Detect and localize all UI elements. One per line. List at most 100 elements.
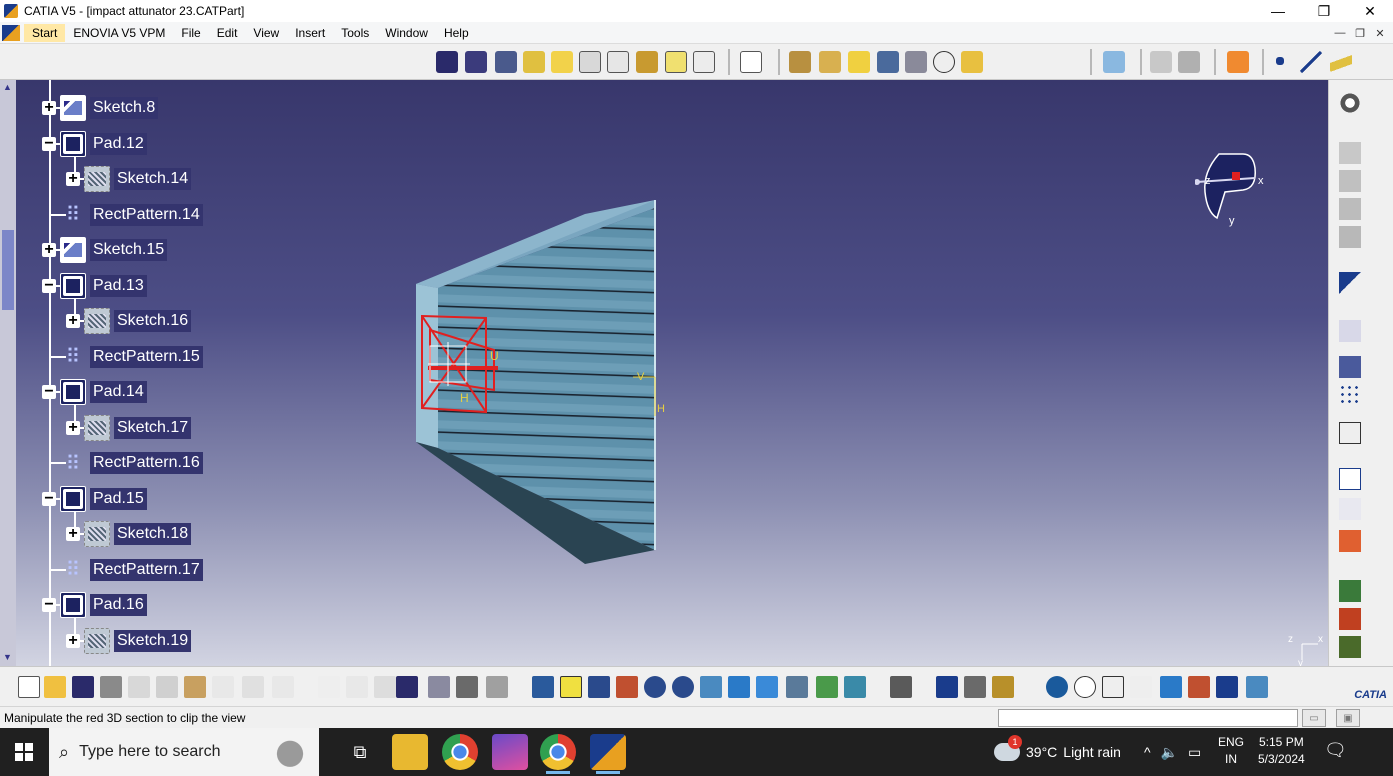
flag-note-icon[interactable] [1339, 498, 1361, 520]
chrome-profile-icon[interactable] [540, 734, 576, 774]
photos-icon[interactable] [492, 734, 528, 770]
hole-icon[interactable] [523, 51, 545, 73]
pad-icon[interactable] [436, 51, 458, 73]
doc-restore-icon[interactable]: ❐ [1351, 25, 1369, 41]
tree-scrollbar[interactable]: ▲ ▼ [0, 80, 16, 666]
multi-view-icon[interactable] [728, 676, 750, 698]
doc-close-icon[interactable]: ✕ [1371, 25, 1389, 41]
redo-icon[interactable] [242, 676, 264, 698]
restore-button[interactable]: ❐ [1301, 0, 1347, 22]
expand-icon[interactable]: + [66, 419, 80, 435]
update-icon[interactable] [1227, 51, 1249, 73]
knowledge-icon[interactable] [346, 676, 368, 698]
instantiate-icon[interactable] [1339, 142, 1361, 164]
cmd-options-icon[interactable]: ▣ [1336, 709, 1360, 727]
scale-icon[interactable] [1339, 422, 1361, 444]
apply-material-icon[interactable] [1339, 580, 1361, 602]
language-indicator[interactable]: ENG IN [1218, 734, 1244, 768]
collapse-icon[interactable]: − [42, 277, 56, 293]
menu-window[interactable]: Window [377, 24, 436, 42]
measure-between-icon[interactable] [936, 676, 958, 698]
select-arrow-icon[interactable] [1339, 272, 1361, 294]
slot-icon[interactable] [607, 51, 629, 73]
start-logo-icon[interactable] [2, 24, 20, 41]
user-feature-icon[interactable] [1339, 226, 1361, 248]
expand-icon[interactable]: + [66, 313, 80, 329]
paste-icon[interactable] [184, 676, 206, 698]
tree-tools-icon[interactable] [486, 676, 508, 698]
body-icon[interactable] [1178, 51, 1200, 73]
tree-node-sketch-14[interactable]: + Sketch.14 [66, 165, 192, 193]
thickness-icon[interactable] [905, 51, 927, 73]
3d-viewport[interactable]: ▲ ▼ H U V H + Sketch.8 − Pad.12 + Sketch… [0, 80, 1328, 666]
fit-all-icon[interactable] [560, 676, 582, 698]
menu-enovia[interactable]: ENOVIA V5 VPM [65, 24, 173, 42]
tree-node-pad-15[interactable]: − Pad.15 [42, 485, 147, 513]
measure-item-icon[interactable] [1339, 608, 1361, 630]
compass-icon[interactable]: x y z [1195, 152, 1275, 232]
expand-icon[interactable]: + [66, 632, 80, 648]
tree-node-pad-13[interactable]: − Pad.13 [42, 272, 147, 300]
catalog-icon[interactable] [1339, 170, 1361, 192]
annotation-text-icon[interactable] [1339, 468, 1361, 490]
axis-system-icon[interactable] [1150, 51, 1172, 73]
cut-icon[interactable] [128, 676, 150, 698]
scroll-thumb[interactable] [2, 230, 14, 310]
tree-node-rectpattern-16[interactable]: RectPattern.16 [42, 449, 203, 477]
apply-material-small-icon[interactable] [456, 676, 478, 698]
measure-item-small-icon[interactable] [964, 676, 986, 698]
shell-icon[interactable] [877, 51, 899, 73]
tree-node-sketch-16[interactable]: + Sketch.16 [66, 307, 192, 335]
minimize-button[interactable]: — [1255, 0, 1301, 22]
pocket-icon[interactable] [465, 51, 487, 73]
chamfer-icon[interactable] [819, 51, 841, 73]
law-icon[interactable] [428, 676, 450, 698]
eraser-icon[interactable] [1103, 51, 1125, 73]
tree-node-rectpattern-14[interactable]: RectPattern.14 [42, 201, 203, 229]
rotate-icon[interactable] [616, 676, 638, 698]
catia-taskbar-icon[interactable] [590, 734, 626, 774]
print-icon[interactable] [100, 676, 122, 698]
chrome-icon[interactable] [442, 734, 478, 770]
sketcher-icon[interactable] [740, 51, 762, 73]
point-icon[interactable] [1276, 57, 1284, 65]
chevron-up-icon[interactable]: ^ [1144, 744, 1151, 760]
units-icon[interactable] [1130, 676, 1152, 698]
expand-icon[interactable]: + [66, 526, 80, 542]
weather-widget[interactable]: 1 39°C Light rain [994, 728, 1121, 776]
expand-icon[interactable]: + [42, 100, 56, 116]
draft-analysis-icon[interactable] [1216, 676, 1238, 698]
mirror-icon[interactable] [1339, 356, 1361, 378]
rect-pattern-icon[interactable] [1339, 384, 1361, 406]
groove-icon[interactable] [551, 51, 573, 73]
hide-show-icon[interactable] [816, 676, 838, 698]
menu-view[interactable]: View [245, 24, 287, 42]
menu-edit[interactable]: Edit [209, 24, 246, 42]
macro-icon[interactable] [374, 676, 396, 698]
normal-view-icon[interactable] [700, 676, 722, 698]
close-button[interactable]: ✕ [1347, 0, 1393, 22]
tree-node-pad-16[interactable]: − Pad.16 [42, 591, 147, 619]
task-view-icon[interactable]: ⧉ [342, 734, 378, 770]
manipulate-icon[interactable] [1074, 676, 1096, 698]
collapse-icon[interactable]: − [42, 490, 56, 506]
thread-icon[interactable] [933, 51, 955, 73]
shading-icon[interactable] [786, 676, 808, 698]
loft-icon[interactable] [665, 51, 687, 73]
removed-loft-icon[interactable] [693, 51, 715, 73]
tree-node-rectpattern-17[interactable]: RectPattern.17 [42, 556, 203, 584]
tree-node-sketch-15[interactable]: + Sketch.15 [42, 236, 168, 264]
menu-start[interactable]: Start [24, 23, 66, 42]
fillet-icon[interactable] [789, 51, 811, 73]
rib-icon[interactable] [579, 51, 601, 73]
speaker-icon[interactable]: 🔈 [1161, 744, 1178, 761]
stiffener-icon[interactable] [636, 51, 658, 73]
zoom-in-icon[interactable] [644, 676, 666, 698]
draft-icon[interactable] [848, 51, 870, 73]
expand-icon[interactable]: + [42, 242, 56, 258]
collapse-icon[interactable]: − [42, 135, 56, 151]
whats-this-icon[interactable] [272, 676, 294, 698]
shaft-icon[interactable] [495, 51, 517, 73]
fly-mode-icon[interactable] [532, 676, 554, 698]
tree-node-sketch-8[interactable]: + Sketch.8 [42, 94, 159, 122]
